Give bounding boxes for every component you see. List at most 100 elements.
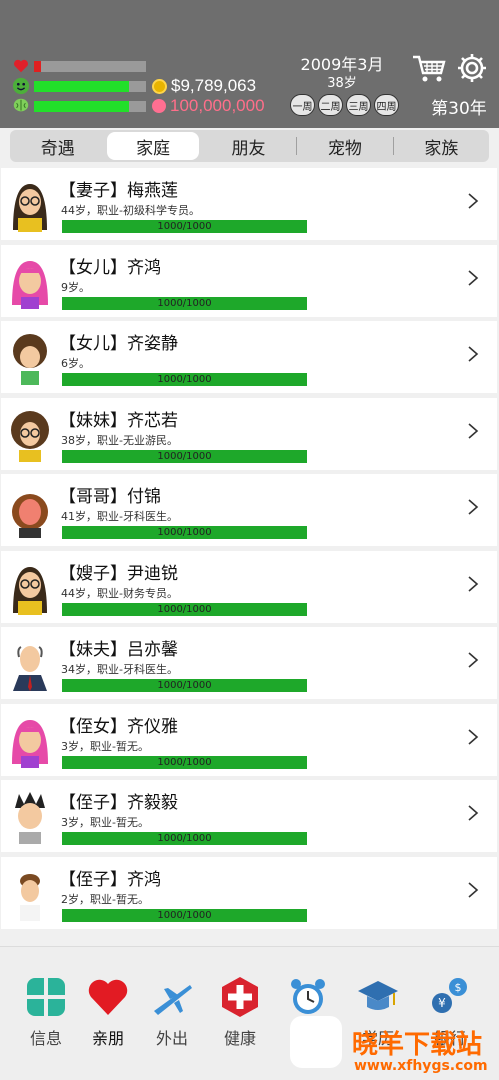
chevron-right-icon [468, 422, 479, 439]
week-3-button[interactable]: 三周 [346, 94, 371, 116]
gear-icon[interactable] [456, 52, 488, 84]
avatar [11, 410, 49, 462]
year-counter: 第30年 [431, 99, 487, 119]
nav-info-label: 信息 [29, 1029, 62, 1048]
member-description: 3岁，职业-暂无。 [61, 739, 149, 753]
family-member-card[interactable]: 【女儿】齐鸿 9岁。 1000/1000 [1, 244, 497, 317]
nav-health-label: 健康 [223, 1029, 256, 1048]
watermark-logo [290, 1016, 342, 1068]
family-member-card[interactable]: 【侄子】齐毅毅 3岁，职业-暂无。 1000/1000 [1, 780, 497, 852]
avatar [13, 646, 47, 691]
chevron-right-icon [468, 575, 479, 592]
nav-outing[interactable]: 外出 [142, 975, 202, 1049]
week-2-button[interactable]: 二周 [318, 94, 343, 116]
svg-text:$: $ [455, 981, 462, 994]
member-description: 34岁，职业-牙科医生。 [61, 663, 178, 676]
week-buttons: 一周 二周 三周 四周 [290, 94, 399, 116]
chevron-right-icon [468, 193, 479, 209]
nav-family-friends[interactable]: 亲朋 [78, 975, 138, 1049]
health-row [12, 57, 146, 75]
tab-divider [296, 137, 298, 155]
cart-icon[interactable] [412, 54, 446, 84]
member-description: 6岁。 [61, 357, 90, 370]
relationship-bar: 1000/1000 [62, 602, 307, 616]
nav-family-friends-label: 亲朋 [91, 1029, 124, 1048]
tab-encounter[interactable]: 奇遇 [12, 132, 103, 160]
happiness-bar-fill [34, 80, 130, 92]
heart-icon [13, 59, 29, 73]
happiness-row: $9,789,063 [12, 76, 256, 96]
week-4-button[interactable]: 四周 [374, 94, 399, 116]
member-name: 【妹夫】吕亦馨 [59, 640, 178, 660]
category-tabs: 奇遇 家庭 朋友 宠物 家族 [10, 130, 489, 162]
avatar [13, 184, 47, 232]
medical-cross-icon [222, 977, 258, 1017]
relationship-bar: 1000/1000 [62, 908, 307, 922]
relationship-bar: 1000/1000 [62, 373, 307, 386]
relationship-bar: 1000/1000 [62, 679, 307, 692]
member-description: 38岁，职业-无业游民。 [61, 433, 178, 447]
relationship-bar: 1000/1000 [62, 526, 307, 539]
family-member-card[interactable]: 【侄子】齐鸿 2岁，职业-暂无。 1000/1000 [1, 856, 497, 929]
graduation-cap-icon [358, 981, 398, 1010]
happiness-bar [34, 80, 146, 92]
avatar [20, 873, 40, 921]
family-member-card[interactable]: 【侄女】齐仪雅 3岁，职业-暂无。 1000/1000 [1, 703, 497, 776]
member-name: 【女儿】齐姿静 [59, 334, 178, 354]
family-member-card[interactable]: 【女儿】齐姿静 6岁。 1000/1000 [1, 321, 497, 393]
member-name: 【侄子】齐鸿 [59, 869, 161, 890]
chevron-right-icon [468, 805, 479, 821]
airplane-icon [154, 985, 192, 1015]
member-description: 2岁，职业-暂无。 [61, 892, 149, 906]
member-name: 【妹妹】齐芯若 [59, 410, 178, 431]
nav-health[interactable]: 健康 [210, 975, 270, 1049]
gem-icon [152, 99, 166, 113]
chevron-right-icon [468, 652, 479, 668]
member-description: 3岁，职业-暂无。 [61, 816, 149, 829]
chevron-right-icon [468, 881, 479, 898]
health-bar-fill [34, 60, 41, 72]
avatar [13, 334, 47, 385]
family-member-card[interactable]: 【嫂子】尹迪锐 44岁，职业-财务专员。 1000/1000 [1, 550, 497, 623]
brain-icon [13, 98, 29, 112]
member-description: 44岁，职业-初级科学专员。 [61, 204, 200, 217]
smarts-bar [34, 100, 146, 112]
watermark-url: www.xfhygs.com [354, 1058, 488, 1074]
member-name: 【嫂子】尹迪锐 [59, 563, 178, 584]
coin-icon [152, 78, 167, 94]
chevron-right-icon [468, 728, 479, 745]
member-name: 【女儿】齐鸿 [59, 257, 161, 278]
family-member-card[interactable]: 【哥哥】付锦 41岁，职业-牙科医生。 1000/1000 [1, 474, 497, 546]
family-member-card[interactable]: 【妻子】梅燕莲 44岁，职业-初级科学专员。 1000/1000 [1, 168, 497, 240]
family-member-card[interactable]: 【妹夫】吕亦馨 34岁，职业-牙科医生。 1000/1000 [1, 627, 497, 699]
member-name: 【妻子】梅燕莲 [59, 181, 178, 201]
avatar [12, 260, 48, 309]
member-name: 【侄女】齐仪雅 [59, 716, 178, 737]
health-bar [34, 60, 146, 72]
week-1-button[interactable]: 一周 [290, 94, 315, 116]
heart-icon [88, 979, 128, 1015]
tab-divider [392, 137, 394, 155]
relationship-bar: 1000/1000 [62, 832, 307, 845]
family-member-card[interactable]: 【妹妹】齐芯若 38岁，职业-无业游民。 1000/1000 [1, 397, 497, 470]
watermark-title: 晓羊下载站 [352, 1030, 483, 1060]
relationship-bar: 1000/1000 [62, 296, 307, 310]
tab-friends[interactable]: 朋友 [203, 132, 294, 160]
member-name: 【哥哥】付锦 [59, 487, 161, 507]
player-age: 38岁 [327, 76, 357, 91]
tab-pets[interactable]: 宠物 [299, 132, 390, 160]
avatar [15, 792, 45, 844]
smarts-bar-fill [34, 100, 130, 112]
member-name: 【侄子】齐毅毅 [59, 793, 178, 813]
avatar [12, 719, 48, 768]
svg-text:¥: ¥ [438, 996, 446, 1010]
chevron-right-icon [468, 269, 479, 286]
info-grid-icon [27, 978, 65, 1016]
tab-family[interactable]: 家庭 [107, 132, 199, 160]
tab-clan[interactable]: 家族 [396, 132, 487, 160]
smarts-row: 100,000,000 [12, 96, 265, 116]
nav-outing-label: 外出 [155, 1029, 188, 1048]
relationship-bar: 1000/1000 [62, 755, 307, 769]
nav-info[interactable]: 信息 [16, 975, 76, 1049]
status-header: $9,789,063 100,000,000 2009年3月 38岁 一周 二周… [0, 0, 499, 128]
